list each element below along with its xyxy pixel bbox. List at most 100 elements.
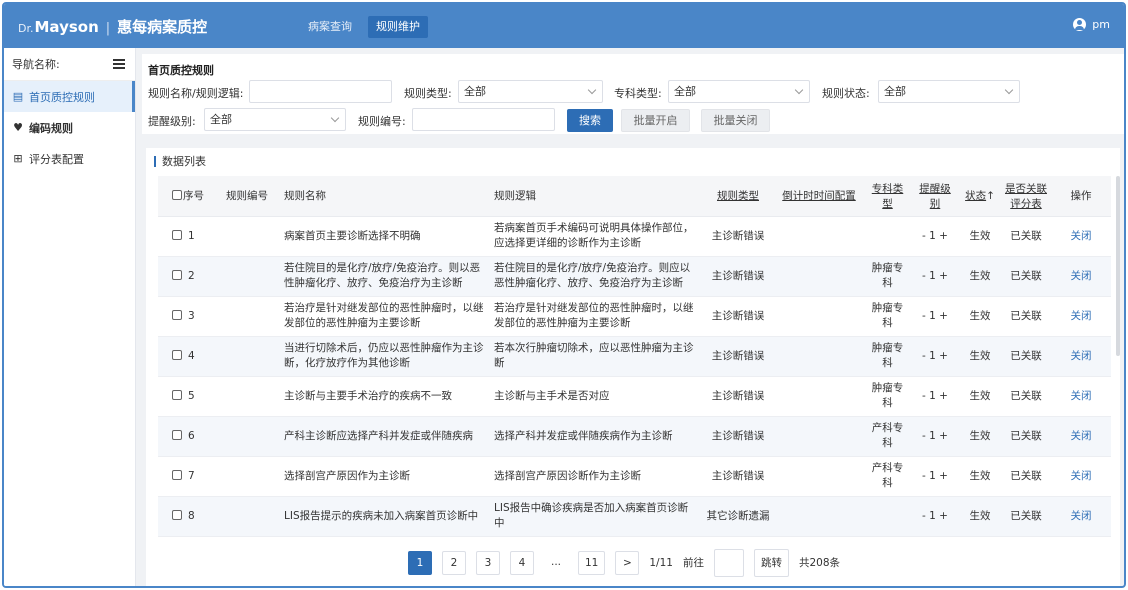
rule-status-label: 规则状态: [822, 87, 870, 100]
table-row: 5 主诊断与主要手术治疗的疾病不一致 主诊断与主手术是否对应 主诊断错误 肿瘤专科 - 1… [158, 376, 1111, 417]
next-page-button[interactable]: > [615, 550, 640, 575]
cell-rule-logic: 选择产科并发症或伴随疾病作为主诊断 [490, 416, 702, 457]
cell-action: 关闭 [1051, 296, 1111, 337]
search-button[interactable]: 搜索 [567, 109, 613, 132]
cell-rule-type: 主诊断错误 [702, 376, 774, 417]
user-menu[interactable]: pm [1073, 18, 1110, 31]
cell-countdown [774, 536, 864, 542]
rule-code-input[interactable] [412, 108, 555, 131]
cell-status-text: 生效 [969, 509, 991, 522]
cell-no-text: 6 [188, 429, 195, 442]
col-header-linked[interactable]: 是否关联评分表 [1001, 176, 1051, 217]
cell-status: 生效 [959, 496, 1001, 537]
table-scrollbar[interactable] [1116, 176, 1120, 356]
cell-no-text: 1 [188, 229, 195, 242]
cell-countdown [774, 456, 864, 497]
cell-action-text[interactable]: 关闭 [1071, 270, 1092, 282]
cell-action-text[interactable]: 关闭 [1071, 350, 1092, 362]
cell-rule-type [702, 536, 774, 542]
cell-action-text[interactable]: 关闭 [1071, 230, 1092, 242]
col-header-level[interactable]: 提醒级别 [911, 176, 959, 217]
row-checkbox[interactable] [172, 429, 182, 440]
cell-action-text[interactable]: 关闭 [1071, 430, 1092, 442]
col-header-status[interactable]: 状态↑ [959, 176, 1001, 217]
table-row: 8 LIS报告提示的疾病未加入病案首页诊断中 LIS报告中确诊疾病是否加入病案首页诊… [158, 496, 1111, 537]
cell-status-text: 生效 [969, 429, 991, 442]
cell-rule-name-text: 当进行切除术后，仍应以恶性肿瘤作为主诊断，化疗放疗作为其他诊断 [284, 342, 484, 369]
cell-rule-type-text: 主诊断错误 [711, 469, 765, 482]
brand-separator: | [105, 21, 111, 36]
col-header-logic: 规则逻辑 [490, 176, 702, 217]
cell-linked: 已关联 [1001, 216, 1051, 257]
cell-status [959, 536, 1001, 542]
cell-dept-type-text: 产科专科 [871, 422, 904, 449]
rule-status-select[interactable]: 全部 [878, 80, 1020, 103]
row-checkbox[interactable] [172, 509, 182, 520]
alert-level-select[interactable]: 全部 [204, 108, 346, 131]
sidebar-item-homepage-rules[interactable]: ▤ 首页质控规则 [4, 81, 135, 112]
col-header-select-all[interactable]: 序号 [158, 176, 222, 217]
app-window: Dr. Mayson | 惠每病案质控 病案查询 规则维护 pm 导航名称: ▤… [2, 2, 1126, 588]
dept-type-select[interactable]: 全部 [668, 80, 810, 103]
data-list-title: 数据列表 [154, 156, 206, 167]
cell-action-text[interactable]: 关闭 [1071, 310, 1092, 322]
chevron-down-icon [587, 85, 597, 95]
col-header-dept[interactable]: 专科类型 [864, 176, 911, 217]
cell-code [222, 416, 280, 457]
page-11-button[interactable]: 11 [578, 550, 606, 575]
cell-status: 生效 [959, 336, 1001, 377]
row-checkbox[interactable] [172, 309, 182, 320]
cell-action-text[interactable]: 关闭 [1071, 510, 1092, 522]
batch-enable-button[interactable]: 批量开启 [621, 109, 690, 132]
cell-action-text[interactable]: 关闭 [1071, 470, 1092, 482]
cell-code [222, 336, 280, 377]
cell-status: 生效 [959, 376, 1001, 417]
table-row: 3 若治疗是针对继发部位的恶性肿瘤时，以继发部位的恶性肿瘤为主要诊断 若治疗是针对继… [158, 296, 1111, 337]
cell-linked: 已关联 [1001, 496, 1051, 537]
goto-page-input[interactable] [713, 548, 744, 577]
row-checkbox[interactable] [172, 389, 182, 400]
collapse-menu-icon[interactable] [113, 59, 125, 69]
page-4-button[interactable]: 4 [510, 550, 534, 575]
row-checkbox[interactable] [172, 349, 182, 360]
page-3-button[interactable]: 3 [476, 550, 500, 575]
cell-alert-level-text: - 1 + [922, 469, 948, 482]
row-checkbox[interactable] [172, 229, 182, 240]
cell-linked [1001, 536, 1051, 542]
cell-no-text: 5 [188, 389, 195, 402]
cell-alert-level: - 1 + [911, 256, 959, 297]
cell-no-text: 8 [188, 509, 195, 522]
sidebar-item-score-table[interactable]: ⊞ 评分表配置 [4, 143, 135, 174]
row-checkbox[interactable] [172, 269, 182, 280]
table-row: 2 若住院目的是化疗/放疗/免疫治疗。则以恶性肿瘤化疗、放疗、免疫治疗为主诊断 若住… [158, 256, 1111, 297]
batch-disable-button[interactable]: 批量关闭 [701, 109, 770, 132]
sidebar-title: 导航名称: [12, 58, 60, 71]
cell-linked-text: 已关联 [1010, 229, 1042, 242]
sidebar-item-label: 评分表配置 [29, 152, 84, 166]
cell-rule-type-text: 主诊断错误 [711, 269, 765, 282]
page-1-button[interactable]: 1 [408, 550, 432, 575]
sidebar-item-coding-rules[interactable]: ♥ 编码规则 [4, 112, 135, 143]
cell-alert-level: - 1 + [911, 496, 959, 537]
goto-button[interactable]: 跳转 [753, 548, 789, 577]
page-ellipsis[interactable]: ... [544, 550, 568, 575]
cell-linked: 已关联 [1001, 456, 1051, 497]
cell-action: 关闭 [1051, 336, 1111, 377]
select-all-checkbox[interactable] [172, 190, 182, 201]
row-checkbox[interactable] [172, 469, 182, 480]
cell-rule-type-text: 主诊断错误 [711, 229, 765, 242]
rule-name-input[interactable] [249, 80, 392, 103]
cell-no: 9 [158, 536, 222, 542]
nav-case-query[interactable]: 病案查询 [300, 16, 360, 38]
cell-rule-logic-text: 选择剖宫产原因诊断作为主诊断 [494, 469, 641, 482]
cell-action: 关闭 [1051, 456, 1111, 497]
cell-dept-type [864, 496, 911, 537]
cell-alert-level: - 1 + [911, 216, 959, 257]
rule-type-select[interactable]: 全部 [458, 80, 603, 103]
cell-dept-type-text: 肿瘤专科 [871, 382, 904, 409]
col-header-type[interactable]: 规则类型 [702, 176, 774, 217]
cell-action-text[interactable]: 关闭 [1071, 390, 1092, 402]
col-header-countdown[interactable]: 倒计时时间配置 [774, 176, 864, 217]
nav-rule-maintenance[interactable]: 规则维护 [368, 16, 428, 38]
page-2-button[interactable]: 2 [442, 550, 466, 575]
